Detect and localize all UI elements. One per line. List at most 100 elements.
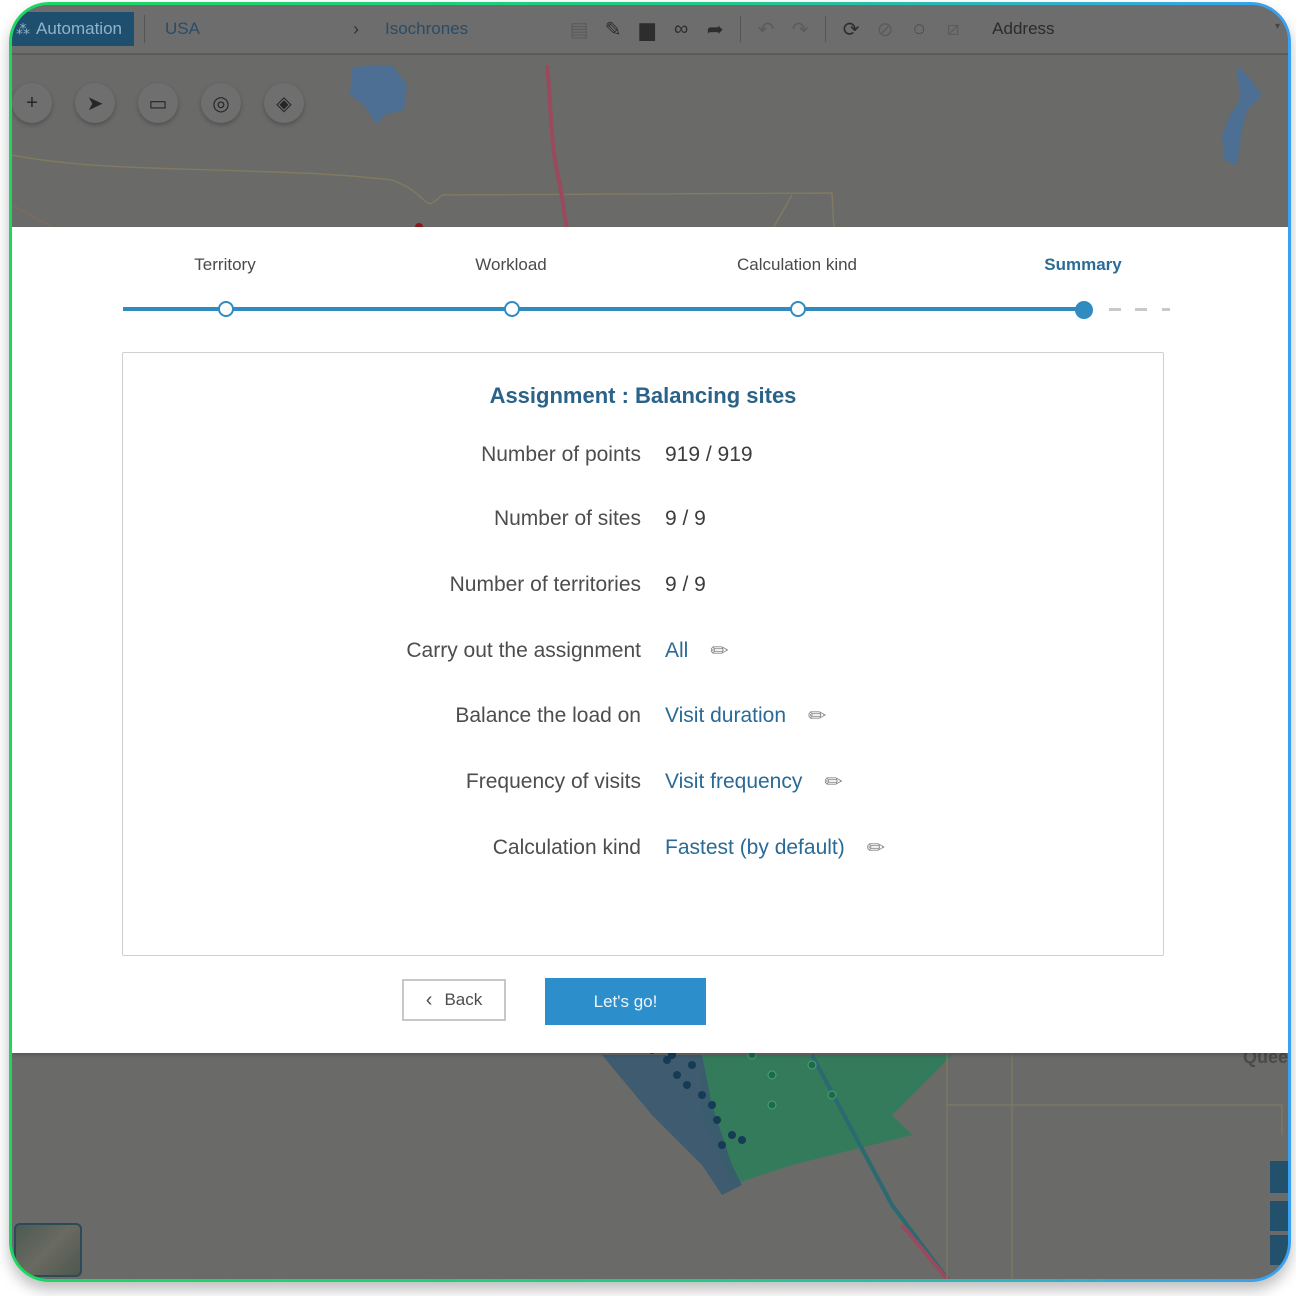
- lasso-icon[interactable]: ◌: [908, 18, 930, 41]
- toolbar-tools: ▤ ✎ ▆ ∞ ➦ ↶ ↷ ⟳ ⊘ ◌ ⧄: [568, 16, 964, 42]
- save-icon[interactable]: ▤: [568, 17, 590, 42]
- add-button[interactable]: +: [12, 83, 52, 123]
- undo-icon[interactable]: ↶: [755, 17, 777, 42]
- comment-button[interactable]: ▭: [138, 83, 178, 123]
- road-line: [946, 1055, 1283, 1279]
- layers-icon: ◈: [276, 92, 292, 115]
- breadcrumb-chevron-icon: ›: [353, 18, 359, 39]
- link-icon[interactable]: ∞: [670, 18, 692, 41]
- stepper-dash: [1135, 308, 1147, 311]
- comment-icon: ▭: [148, 92, 168, 115]
- analysis-button[interactable]: ◎: [201, 83, 241, 123]
- summary-row: Number of sites 9 / 9: [123, 504, 1163, 534]
- pencil-icon[interactable]: ✏: [867, 835, 885, 861]
- point-marker: [688, 1061, 696, 1069]
- point-marker: [713, 1116, 721, 1124]
- assignment-wizard-dialog: Territory Workload Calculation kind Summary…: [12, 227, 1288, 1053]
- layers-button[interactable]: ◈: [264, 83, 304, 123]
- step-marker[interactable]: [1075, 301, 1093, 319]
- territory-green: [702, 1055, 952, 1185]
- summary-row: Number of points 919 / 919: [123, 440, 1163, 470]
- fullscreen-button[interactable]: [1270, 1161, 1288, 1193]
- breadcrumb-usa[interactable]: USA: [165, 19, 345, 39]
- point-marker: [738, 1136, 746, 1144]
- road-line: [771, 194, 793, 231]
- summary-row-value[interactable]: Fastest (by default): [665, 836, 845, 860]
- step-summary[interactable]: Summary: [1044, 255, 1121, 275]
- point-marker: [673, 1071, 681, 1079]
- pencil-icon[interactable]: ✏: [808, 703, 826, 729]
- summary-row-value[interactable]: All: [665, 639, 688, 663]
- wizard-stepper: Territory Workload Calculation kind Summary: [12, 255, 1288, 275]
- zoom-out-button[interactable]: [1270, 1235, 1288, 1265]
- step-marker[interactable]: [218, 301, 234, 317]
- lets-go-button[interactable]: Let's go!: [545, 978, 706, 1025]
- toolbar-divider: [740, 16, 742, 42]
- address-search[interactable]: Address: [992, 19, 1192, 39]
- step-marker[interactable]: [790, 301, 806, 317]
- summary-row: Frequency of visits Visit frequency ✏: [123, 767, 1163, 797]
- pointer-button[interactable]: ➤: [75, 83, 115, 123]
- summary-row-value[interactable]: Visit duration: [665, 704, 786, 728]
- breadcrumb-isochrones[interactable]: Isochrones: [385, 19, 468, 39]
- toolbar-divider: [825, 16, 827, 42]
- summary-row-label: Balance the load on: [455, 704, 641, 727]
- route-line: [900, 1223, 950, 1279]
- point-marker: [698, 1091, 706, 1099]
- summary-row-value: 919 / 919: [665, 443, 753, 466]
- summary-row: Number of territories 9 / 9: [123, 570, 1163, 600]
- point-marker: [728, 1131, 736, 1139]
- folder-icon[interactable]: ▆: [636, 17, 658, 42]
- summary-row-value[interactable]: Visit frequency: [665, 770, 802, 794]
- step-marker[interactable]: [504, 301, 520, 317]
- summary-row-label: Number of territories: [449, 573, 641, 596]
- summary-card: Assignment : Balancing sites Number of p…: [122, 352, 1164, 956]
- automation-label: Automation: [36, 19, 122, 38]
- wand-icon: ⁂: [16, 20, 30, 37]
- lake-shape: [1222, 65, 1262, 165]
- summary-row-label: Number of points: [481, 443, 641, 466]
- summary-row-label: Number of sites: [493, 507, 641, 530]
- pencil-icon[interactable]: ✏: [824, 769, 842, 795]
- summary-row-value: 9 / 9: [665, 573, 706, 596]
- back-label: Back: [444, 990, 483, 1009]
- summary-row: Calculation kind Fastest (by default) ✏: [123, 833, 1163, 863]
- back-button[interactable]: ‹ Back: [402, 979, 506, 1021]
- save-as-icon[interactable]: ✎: [602, 17, 624, 42]
- top-toolbar: ⁂ Automation USA › Isochrones ▤ ✎ ▆ ∞ ➦ ↶ ↷ ⟳ ⊘ ◌…: [12, 5, 1288, 55]
- redo-icon[interactable]: ↷: [789, 17, 811, 42]
- step-workload[interactable]: Workload: [475, 255, 547, 275]
- analysis-icon: ◎: [212, 92, 230, 115]
- lets-go-label: Let's go!: [593, 991, 658, 1011]
- summary-row: Balance the load on Visit duration ✏: [123, 701, 1163, 731]
- summary-row-label: Calculation kind: [492, 836, 641, 859]
- no-select-icon[interactable]: ⧄: [942, 18, 964, 41]
- step-territory[interactable]: Territory: [194, 255, 255, 275]
- summary-row-value: 9 / 9: [665, 507, 706, 530]
- point-marker: [683, 1081, 691, 1089]
- cancel-icon[interactable]: ⊘: [874, 17, 896, 42]
- share-icon[interactable]: ➦: [704, 17, 726, 42]
- stepper-track: [123, 307, 1086, 311]
- point-marker: [708, 1101, 716, 1109]
- step-calculation-kind[interactable]: Calculation kind: [737, 255, 857, 275]
- zoom-in-button[interactable]: [1270, 1201, 1288, 1231]
- summary-row-label: Carry out the assignment: [406, 639, 641, 662]
- road-line: [12, 154, 835, 231]
- point-marker: [807, 1060, 817, 1070]
- chevron-down-icon[interactable]: ▾: [1275, 21, 1280, 32]
- point-marker: [767, 1070, 777, 1080]
- road-line: [12, 204, 53, 228]
- chevron-left-icon: ‹: [425, 988, 433, 1011]
- add-shape-icon[interactable]: ⟳: [840, 17, 862, 42]
- point-marker: [718, 1141, 726, 1149]
- add-icon: +: [26, 91, 38, 114]
- app-window: ⁂ Automation USA › Isochrones ▤ ✎ ▆ ∞ ➦ ↶ ↷ ⟳ ⊘ ◌…: [9, 2, 1291, 1282]
- point-marker: [767, 1100, 777, 1110]
- stepper-dash: [1162, 308, 1170, 311]
- summary-row: Carry out the assignment All ✏: [123, 636, 1163, 666]
- minimap-thumbnail[interactable]: [14, 1223, 82, 1277]
- summary-row-label: Frequency of visits: [465, 770, 641, 793]
- automation-button[interactable]: ⁂ Automation: [12, 12, 134, 46]
- pencil-icon[interactable]: ✏: [710, 638, 728, 664]
